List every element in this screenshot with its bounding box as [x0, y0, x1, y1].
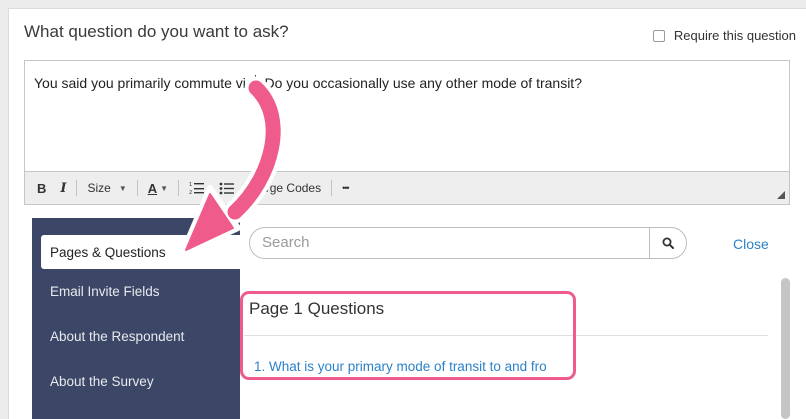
annotation-arrow-icon [179, 76, 285, 257]
